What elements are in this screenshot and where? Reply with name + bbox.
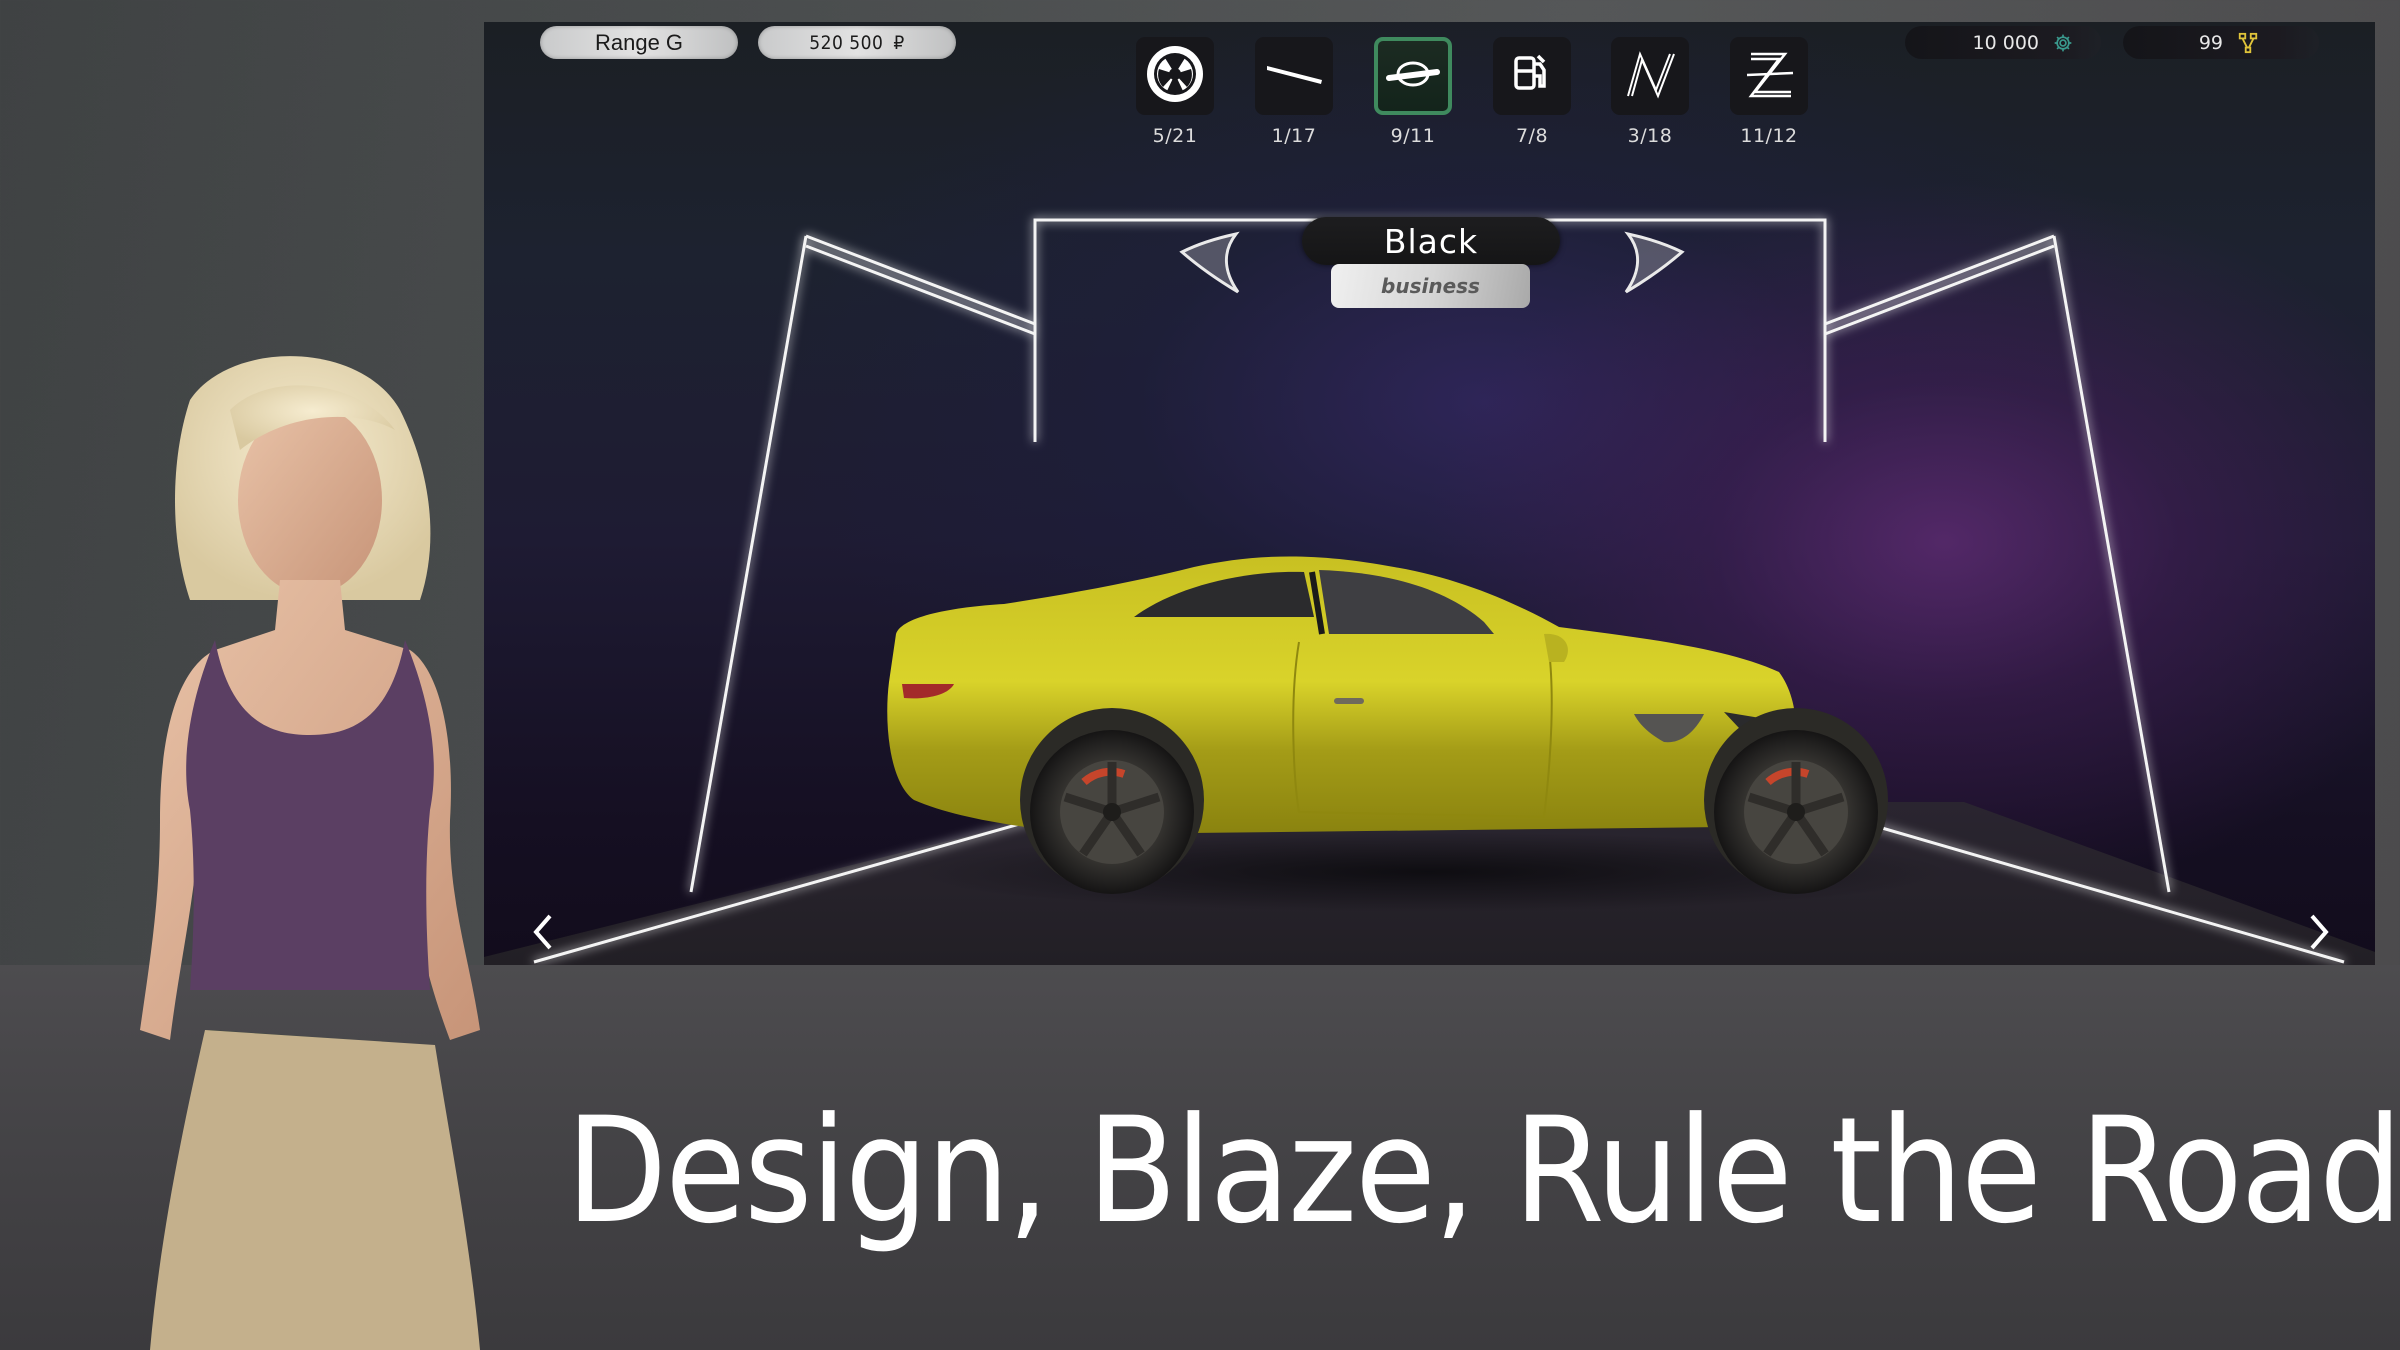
car-front-wheel xyxy=(1714,730,1878,894)
prev-color-button[interactable] xyxy=(1178,230,1246,300)
promo-model-figure xyxy=(140,356,480,1350)
car-model-text: Range G xyxy=(594,29,684,55)
tab-spoiler-count: 1/17 xyxy=(1271,125,1317,147)
gears-balance: 10 000 xyxy=(1905,26,2101,59)
claw-left-icon xyxy=(1178,231,1246,300)
car-door-handle xyxy=(1334,698,1364,704)
tab-decal-n-count: 3/18 xyxy=(1627,125,1673,147)
price-value: 520 500 xyxy=(809,31,884,54)
chevron-right-icon xyxy=(2304,914,2334,956)
tab-fuel[interactable]: 7/8 xyxy=(1492,37,1572,147)
model-pants xyxy=(150,1030,480,1350)
tab-door-handle-count: 9/11 xyxy=(1390,125,1436,147)
tab-door-handle-button[interactable] xyxy=(1374,37,1452,115)
tab-wheels[interactable]: 5/21 xyxy=(1135,37,1215,147)
door-handle-icon xyxy=(1381,42,1445,110)
tab-wheels-button[interactable] xyxy=(1136,37,1214,115)
tab-decal-n-button[interactable] xyxy=(1611,37,1689,115)
tagline: Design, Blaze, Rule the Road! xyxy=(566,1086,2400,1256)
decal-n-icon xyxy=(1618,42,1682,110)
color-class-text: business xyxy=(1381,274,1480,298)
garage-viewport: Range G 520 500 ₽ 10 000 99 5/21 1/17 9/… xyxy=(484,22,2375,965)
claw-right-icon xyxy=(1618,231,1686,300)
pistons-balance-value: 99 xyxy=(2198,31,2223,54)
gear-icon xyxy=(2053,33,2073,53)
tab-fuel-button[interactable] xyxy=(1493,37,1571,115)
wheel-icon xyxy=(1143,42,1207,110)
car-rear-wheel xyxy=(1030,730,1194,894)
tab-decal-z-button[interactable] xyxy=(1730,37,1808,115)
pistons-balance: 99 xyxy=(2123,26,2319,59)
tab-spoiler-button[interactable] xyxy=(1255,37,1333,115)
tab-decal-z[interactable]: 11/12 xyxy=(1729,37,1809,147)
color-name-label: Black xyxy=(1302,217,1560,265)
tab-spoiler[interactable]: 1/17 xyxy=(1254,37,1334,147)
fuel-pump-icon xyxy=(1500,42,1564,110)
next-color-button[interactable] xyxy=(1618,230,1686,300)
ruble-icon: ₽ xyxy=(893,31,905,54)
tab-door-handle[interactable]: 9/11 xyxy=(1373,37,1453,147)
prev-car-button[interactable] xyxy=(528,912,558,956)
color-name-text: Black xyxy=(1383,221,1479,261)
chevron-left-icon xyxy=(528,914,558,956)
car xyxy=(887,556,1888,894)
car-model-label: Range G xyxy=(540,26,738,59)
color-class-badge: business xyxy=(1331,264,1530,308)
pistons-icon xyxy=(2237,32,2259,54)
next-car-button[interactable] xyxy=(2304,912,2334,956)
decal-z-icon xyxy=(1737,42,1801,110)
gears-balance-value: 10 000 xyxy=(1972,31,2039,54)
car-price-label: 520 500 ₽ xyxy=(758,26,956,59)
spoiler-icon xyxy=(1262,42,1326,110)
tab-decal-n[interactable]: 3/18 xyxy=(1610,37,1690,147)
tab-decal-z-count: 11/12 xyxy=(1740,125,1798,147)
tab-fuel-count: 7/8 xyxy=(1515,125,1549,147)
tab-wheels-count: 5/21 xyxy=(1152,125,1198,147)
